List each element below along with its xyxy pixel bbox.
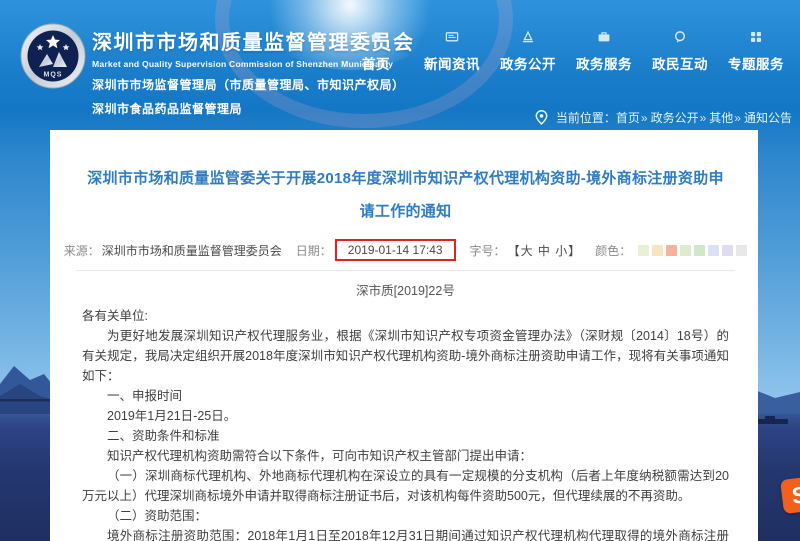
source-label: 来源： <box>64 242 100 259</box>
breadcrumb-items: 首页»政务公开»其他»通知公告 <box>616 109 792 126</box>
article-paragraph-1: 各有关单位: <box>82 306 729 326</box>
article-paragraph-3: 一、申报时间 <box>82 386 729 406</box>
boat-silhouette <box>756 419 788 424</box>
breadcrumb-item-2[interactable]: 政务公开 <box>651 111 699 125</box>
breadcrumb: 当前位置： 首页»政务公开»其他»通知公告 <box>533 106 792 128</box>
svg-text:MQS: MQS <box>44 72 63 79</box>
home-icon <box>369 30 383 44</box>
interaction-icon <box>673 30 687 44</box>
date-label: 日期： <box>296 242 332 259</box>
nav-label: 政民互动 <box>642 53 718 73</box>
article-paragraph-8: （二）资助范围： <box>82 506 729 526</box>
article-paragraph-4: 2019年1月21日-25日。 <box>82 406 729 426</box>
org-subdepartment-2: 深圳市食品药品监督管理局 <box>92 100 415 117</box>
floating-share-badge-letter: S <box>790 481 800 510</box>
page: MQS 深圳市市场和质量监督管理委员会 Market and Quality S… <box>0 0 800 541</box>
article-paragraph-2: 为更好地发展深圳知识产权代理服务业，根据《深圳市知识产权专项资金管理办法》（深财… <box>82 326 729 386</box>
topics-icon <box>749 30 763 44</box>
org-subdepartment-1: 深圳市市场监督管理局（市质量管理局、市知识产权局） <box>92 76 415 93</box>
date-value-highlighted: 2019-01-14 17:43 <box>335 239 456 261</box>
color-swatch-1[interactable] <box>638 245 649 256</box>
nav-label: 首页 <box>338 53 414 73</box>
article-paragraph-9: 境外商标注册资助范围：2018年1月1日至2018年12月31日期间通过知识产权… <box>82 526 729 541</box>
news-icon <box>445 30 459 44</box>
breadcrumb-item-4[interactable]: 通知公告 <box>744 111 792 125</box>
article-paragraph-7: （一）深圳商标代理机构、外地商标代理机构在深设立的具有一定规模的分支机构（后者上… <box>82 466 729 506</box>
main-nav: 首页新闻资讯政务公开政务服务政民互动专题服务 <box>338 30 794 73</box>
breadcrumb-label: 当前位置： <box>556 109 616 126</box>
nav-item-interaction[interactable]: 政民互动 <box>642 30 718 73</box>
nav-label: 新闻资讯 <box>414 53 490 73</box>
color-swatches <box>635 245 747 256</box>
color-swatch-2[interactable] <box>652 245 663 256</box>
article-card: 深圳市市场和质量监管委关于开展2018年度深圳市知识产权代理机构资助-境外商标注… <box>50 130 758 541</box>
nav-item-services[interactable]: 政务服务 <box>566 30 642 73</box>
breadcrumb-item-1[interactable]: 首页 <box>616 111 640 125</box>
nav-item-news[interactable]: 新闻资讯 <box>414 30 490 73</box>
location-pin-icon <box>533 109 550 126</box>
color-label: 颜色： <box>595 242 631 259</box>
nav-label: 专题服务 <box>718 53 794 73</box>
breadcrumb-item-3[interactable]: 其他 <box>709 111 733 125</box>
breadcrumb-separator: » <box>734 111 741 125</box>
color-swatch-6[interactable] <box>708 245 719 256</box>
nav-label: 政务公开 <box>490 53 566 73</box>
article-meta: 来源： 深圳市市场和质量监督管理委员会 日期： 2019-01-14 17:43… <box>82 239 729 261</box>
color-swatch-7[interactable] <box>722 245 733 256</box>
article-paragraph-6: 知识产权代理机构资助需符合以下条件，可向市知识产权主管部门提出申请： <box>82 446 729 466</box>
nav-item-topics[interactable]: 专题服务 <box>718 30 794 73</box>
source-value: 深圳市市场和质量监督管理委员会 <box>102 242 282 259</box>
color-swatch-3[interactable] <box>666 245 677 256</box>
nav-item-home[interactable]: 首页 <box>338 30 414 73</box>
meta-divider <box>76 270 735 271</box>
breadcrumb-separator: » <box>700 111 707 125</box>
fontsize-label: 字号： <box>470 242 506 259</box>
services-icon <box>597 30 611 44</box>
color-swatch-8[interactable] <box>736 245 747 256</box>
article-title: 深圳市市场和质量监管委关于开展2018年度深圳市知识产权代理机构资助-境外商标注… <box>82 162 729 228</box>
color-swatch-4[interactable] <box>680 245 691 256</box>
org-logo: MQS <box>20 23 86 89</box>
fontsize-controls[interactable]: 【大 中 小】 <box>508 242 582 259</box>
nav-label: 政务服务 <box>566 53 642 73</box>
article-paragraph-5: 二、资助条件和标准 <box>82 426 729 446</box>
disclosure-icon <box>521 30 535 44</box>
nav-item-disclosure[interactable]: 政务公开 <box>490 30 566 73</box>
color-swatch-5[interactable] <box>694 245 705 256</box>
breadcrumb-separator: » <box>641 111 648 125</box>
document-number: 深市质[2019]22号 <box>82 280 729 299</box>
floating-share-badge[interactable]: S <box>780 476 800 514</box>
article-body: 各有关单位:为更好地发展深圳知识产权代理服务业，根据《深圳市知识产权专项资金管理… <box>82 306 729 541</box>
